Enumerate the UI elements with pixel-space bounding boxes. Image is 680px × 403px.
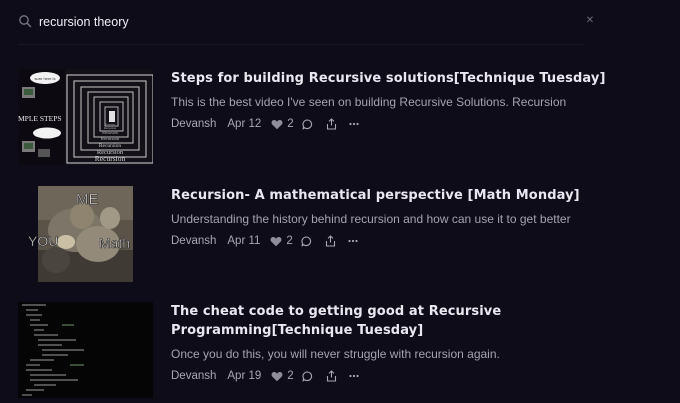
result-meta: Devansh Apr 12 2 [171, 115, 611, 133]
result-meta: Devansh Apr 11 2 [171, 232, 611, 250]
divider [18, 44, 584, 45]
thumb-side-label: MPLE STEPS [18, 114, 62, 123]
more-icon[interactable] [349, 374, 359, 378]
result-title[interactable]: The cheat code to getting good at Recurs… [171, 302, 591, 340]
result-description: Once you do this, you will never struggl… [171, 347, 500, 361]
clear-icon[interactable]: ✕ [582, 13, 598, 29]
result-title[interactable]: Recursion- A mathematical perspective [M… [171, 186, 611, 205]
comment-icon[interactable] [301, 235, 312, 247]
like-count: 2 [287, 118, 294, 130]
result-description: Understanding the history behind recursi… [171, 212, 571, 226]
result-meta: Devansh Apr 19 2 [171, 367, 611, 385]
post-date: Apr 12 [227, 118, 262, 130]
post-date: Apr 11 [227, 235, 261, 247]
result-body: The cheat code to getting good at Recurs… [171, 302, 611, 385]
share-icon[interactable] [326, 370, 337, 382]
result-body: Steps for building Recursive solutions[T… [171, 69, 611, 133]
more-icon[interactable] [348, 239, 358, 243]
result-thumbnail[interactable] [18, 302, 153, 398]
search-icon [19, 15, 32, 28]
thumb-label-math: Math [99, 235, 130, 251]
heart-icon[interactable] [271, 119, 283, 130]
result-item[interactable]: Recursion Recursion Recursion Recursion … [18, 69, 618, 165]
result-description: This is the best video I've seen on buil… [171, 95, 567, 109]
share-icon[interactable] [326, 118, 337, 130]
heart-icon[interactable] [270, 236, 282, 247]
thumb-level-label: Recursion [101, 136, 120, 141]
thumb-level-label: Recursion [104, 126, 117, 130]
result-thumbnail[interactable]: Recursion Recursion Recursion Recursion … [18, 69, 153, 165]
thumb-label-me: ME [76, 191, 99, 208]
result-item[interactable]: ME YOU Math Recursion- A mathematical pe… [18, 186, 618, 282]
like-count: 2 [286, 235, 293, 247]
author-name[interactable]: Devansh [171, 118, 216, 130]
comment-icon[interactable] [302, 118, 313, 130]
result-title[interactable]: Steps for building Recursive solutions[T… [171, 69, 611, 88]
comment-icon[interactable] [302, 370, 313, 382]
thumb-label-you: YOU [28, 233, 58, 249]
result-body: Recursion- A mathematical perspective [M… [171, 186, 611, 250]
like-count: 2 [287, 370, 294, 382]
author-name[interactable]: Devansh [171, 370, 216, 382]
post-date: Apr 19 [227, 370, 262, 382]
thumb-level-label: Recursion [102, 131, 117, 135]
search-bar: ✕ [18, 10, 598, 34]
thumb-level-label: Recursion [97, 149, 124, 156]
heart-icon[interactable] [271, 371, 283, 382]
thumb-level-label: Recursion [105, 123, 115, 126]
thumb-level-label: Recursion [99, 143, 122, 149]
search-input[interactable] [39, 12, 559, 32]
result-thumbnail[interactable]: ME YOU Math [18, 186, 153, 282]
more-icon[interactable] [349, 122, 359, 126]
share-icon[interactable] [325, 235, 336, 247]
result-item[interactable]: The cheat code to getting good at Recurs… [18, 302, 618, 398]
author-name[interactable]: Devansh [171, 235, 216, 247]
thumb-bubble-text: sure here is [35, 76, 56, 81]
